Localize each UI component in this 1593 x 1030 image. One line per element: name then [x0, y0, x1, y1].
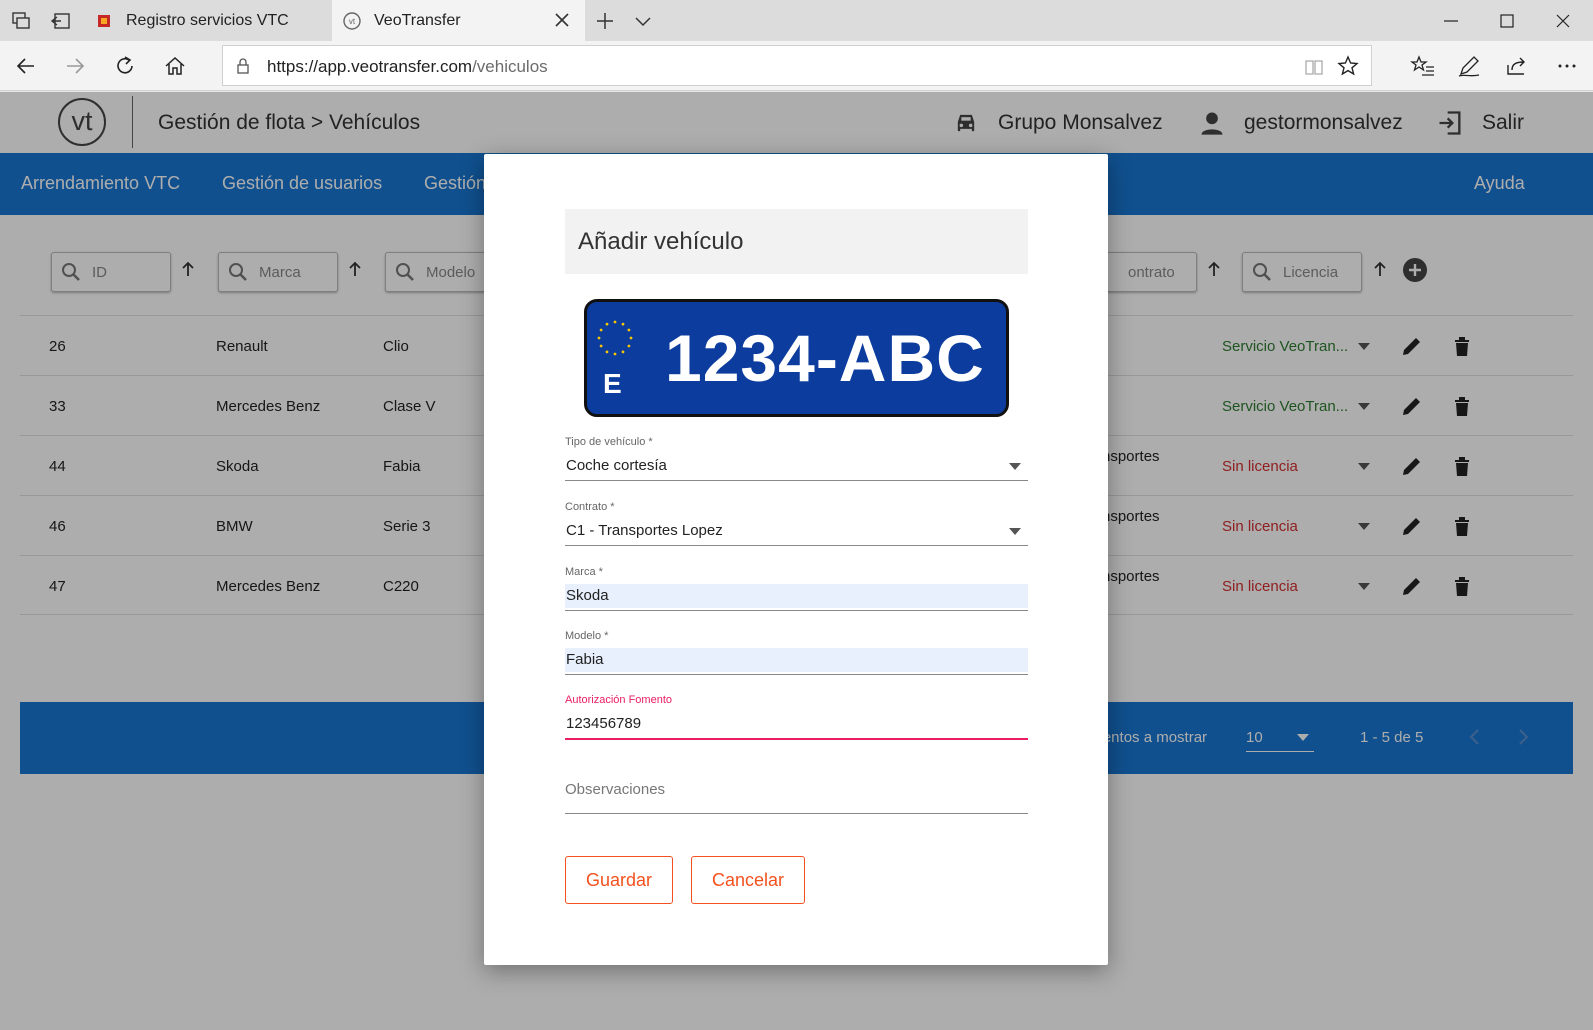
- maximize-icon[interactable]: [1494, 8, 1520, 34]
- add-vehicle-dialog: Añadir vehículo E 1234-ABC Tipo de vehíc…: [484, 154, 1108, 965]
- more-options-icon[interactable]: [1554, 53, 1580, 79]
- svg-text:vt: vt: [349, 17, 356, 26]
- new-tab-icon[interactable]: [594, 10, 616, 32]
- close-tab-icon[interactable]: [553, 11, 571, 29]
- share-icon[interactable]: [1504, 53, 1530, 79]
- close-window-icon[interactable]: [1550, 8, 1576, 34]
- coat-of-arms-icon: [98, 14, 110, 27]
- forward-arrow-icon[interactable]: [62, 53, 88, 79]
- caret-down-icon: [1009, 528, 1021, 535]
- set-aside-tabs-icon[interactable]: [50, 10, 72, 32]
- browser-address-bar: https://app.veotransfer.com/vehiculos: [0, 41, 1593, 91]
- lock-icon: [237, 58, 249, 74]
- cancel-button[interactable]: Cancelar: [691, 856, 805, 904]
- save-button[interactable]: Guardar: [565, 856, 673, 904]
- refresh-icon[interactable]: [112, 53, 138, 79]
- url-field[interactable]: https://app.veotransfer.com/vehiculos: [222, 45, 1372, 86]
- reading-view-icon[interactable]: [1303, 56, 1325, 78]
- browser-tab-bar: Registro servicios VTC vt VeoTransfer: [0, 0, 1593, 41]
- chevron-down-icon[interactable]: [632, 10, 654, 32]
- eu-stars-icon: [597, 320, 633, 356]
- dialog-header: Añadir vehículo: [565, 209, 1028, 274]
- plate-country-code: E: [603, 368, 622, 399]
- tab-title: Registro servicios VTC: [126, 11, 289, 29]
- veotransfer-favicon-icon: vt: [343, 11, 361, 30]
- tab-veotransfer[interactable]: vt VeoTransfer: [332, 0, 585, 41]
- url-text: https://app.veotransfer.com/vehiculos: [267, 57, 548, 76]
- dialog-title: Añadir vehículo: [578, 228, 744, 255]
- caret-down-icon: [1009, 463, 1021, 470]
- license-plate: E 1234-ABC: [584, 299, 1009, 417]
- favorite-star-icon[interactable]: [1337, 55, 1359, 77]
- back-arrow-icon[interactable]: [13, 53, 39, 79]
- favorites-list-icon[interactable]: [1410, 53, 1436, 79]
- tab-actions-icon[interactable]: [10, 10, 32, 32]
- minimize-icon[interactable]: [1438, 8, 1464, 34]
- tab-title: VeoTransfer: [374, 11, 461, 29]
- plate-number: 1234-ABC: [665, 321, 985, 395]
- pen-notes-icon[interactable]: [1456, 53, 1482, 79]
- home-icon[interactable]: [162, 53, 188, 79]
- tab-registro-servicios[interactable]: Registro servicios VTC: [84, 0, 332, 41]
